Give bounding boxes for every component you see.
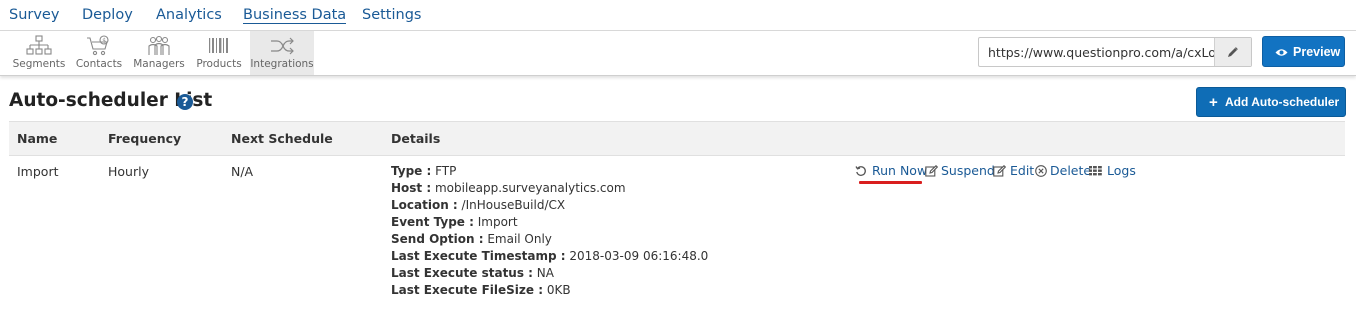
detail-value: NA	[532, 266, 554, 280]
detail-line: Type : FTP	[391, 164, 456, 178]
top-nav: Survey Deploy Analytics Business Data Se…	[0, 0, 1356, 31]
detail-value: /InHouseBuild/CX	[457, 198, 566, 212]
survey-url-field	[978, 37, 1252, 67]
tool-label: Segments	[12, 58, 66, 70]
nav-deploy[interactable]: Deploy	[82, 7, 133, 23]
plus-icon: +	[1209, 94, 1218, 111]
detail-value: Email Only	[483, 232, 552, 246]
close-circle-icon	[1035, 165, 1047, 177]
table-header: Name Frequency Next Schedule Details	[9, 121, 1345, 156]
list-icon	[1089, 166, 1102, 176]
detail-value: 0KB	[543, 283, 571, 297]
detail-line: Location : /InHouseBuild/CX	[391, 198, 565, 212]
nav-business-data[interactable]: Business Data	[243, 7, 347, 24]
edit-label: Edit	[1010, 163, 1035, 178]
run-now-label: Run Now	[872, 163, 928, 178]
detail-key: Type :	[391, 164, 432, 178]
help-icon[interactable]: ?	[177, 94, 193, 110]
integrations-icon	[271, 37, 294, 55]
preview-button[interactable]: Preview	[1262, 36, 1345, 67]
detail-key: Last Execute FileSize :	[391, 283, 544, 297]
edit-url-button[interactable]	[1214, 38, 1251, 66]
cell-frequency: Hourly	[108, 164, 149, 179]
tool-integrations[interactable]: Integrations	[250, 31, 314, 75]
refresh-icon	[855, 166, 866, 176]
detail-key: Last Execute status :	[391, 266, 533, 280]
detail-key: Event Type :	[391, 215, 474, 229]
tool-label: Products	[196, 58, 242, 70]
tool-contacts[interactable]: $ Contacts	[73, 31, 125, 75]
products-icon	[209, 38, 228, 53]
column-header-name[interactable]: Name	[17, 131, 57, 146]
column-header-details[interactable]: Details	[391, 131, 440, 146]
detail-key: Last Execute Timestamp :	[391, 249, 566, 263]
tool-segments[interactable]: Segments	[11, 31, 67, 75]
survey-url-input[interactable]	[979, 38, 1215, 66]
column-header-next-schedule[interactable]: Next Schedule	[231, 131, 333, 146]
eye-icon	[1275, 49, 1288, 56]
tool-label: Contacts	[75, 58, 123, 70]
detail-value: 2018-03-09 06:16:48.0	[565, 249, 709, 263]
run-now-highlight-underline	[859, 181, 922, 184]
nav-analytics[interactable]: Analytics	[156, 7, 222, 23]
nav-settings[interactable]: Settings	[362, 7, 421, 23]
cell-name: Import	[17, 164, 59, 179]
tool-managers[interactable]: Managers	[131, 31, 187, 75]
detail-key: Send Option :	[391, 232, 484, 246]
cell-next-schedule: N/A	[231, 164, 254, 179]
detail-line: Last Execute Timestamp : 2018-03-09 06:1…	[391, 249, 708, 263]
managers-icon	[148, 35, 170, 55]
svg-text:$: $	[102, 38, 106, 45]
suspend-label: Suspend	[941, 163, 995, 178]
tool-products[interactable]: Products	[193, 31, 245, 75]
tool-label: Integrations	[250, 58, 314, 70]
tool-label: Managers	[133, 58, 185, 70]
preview-button-label: Preview	[1293, 45, 1341, 59]
detail-value: Import	[473, 215, 518, 229]
edit-square-icon	[925, 165, 938, 177]
detail-line: Last Execute FileSize : 0KB	[391, 283, 571, 297]
logs-label: Logs	[1107, 163, 1136, 178]
add-button-label: Add Auto-scheduler	[1225, 95, 1340, 109]
detail-key: Host :	[391, 181, 432, 195]
detail-key: Location :	[391, 198, 458, 212]
contacts-icon: $	[87, 35, 109, 56]
edit-square-icon	[993, 165, 1006, 177]
detail-line: Send Option : Email Only	[391, 232, 552, 246]
detail-line: Last Execute status : NA	[391, 266, 554, 280]
column-header-frequency[interactable]: Frequency	[108, 131, 181, 146]
detail-line: Event Type : Import	[391, 215, 518, 229]
delete-label: Delete	[1050, 163, 1092, 178]
detail-line: Host : mobileapp.surveyanalytics.com	[391, 181, 626, 195]
detail-value: FTP	[431, 164, 457, 178]
add-auto-scheduler-button[interactable]: + Add Auto-scheduler	[1196, 87, 1346, 117]
segments-icon	[26, 35, 52, 55]
pencil-icon	[1228, 47, 1238, 57]
detail-value: mobileapp.surveyanalytics.com	[431, 181, 626, 195]
nav-survey[interactable]: Survey	[9, 7, 59, 23]
